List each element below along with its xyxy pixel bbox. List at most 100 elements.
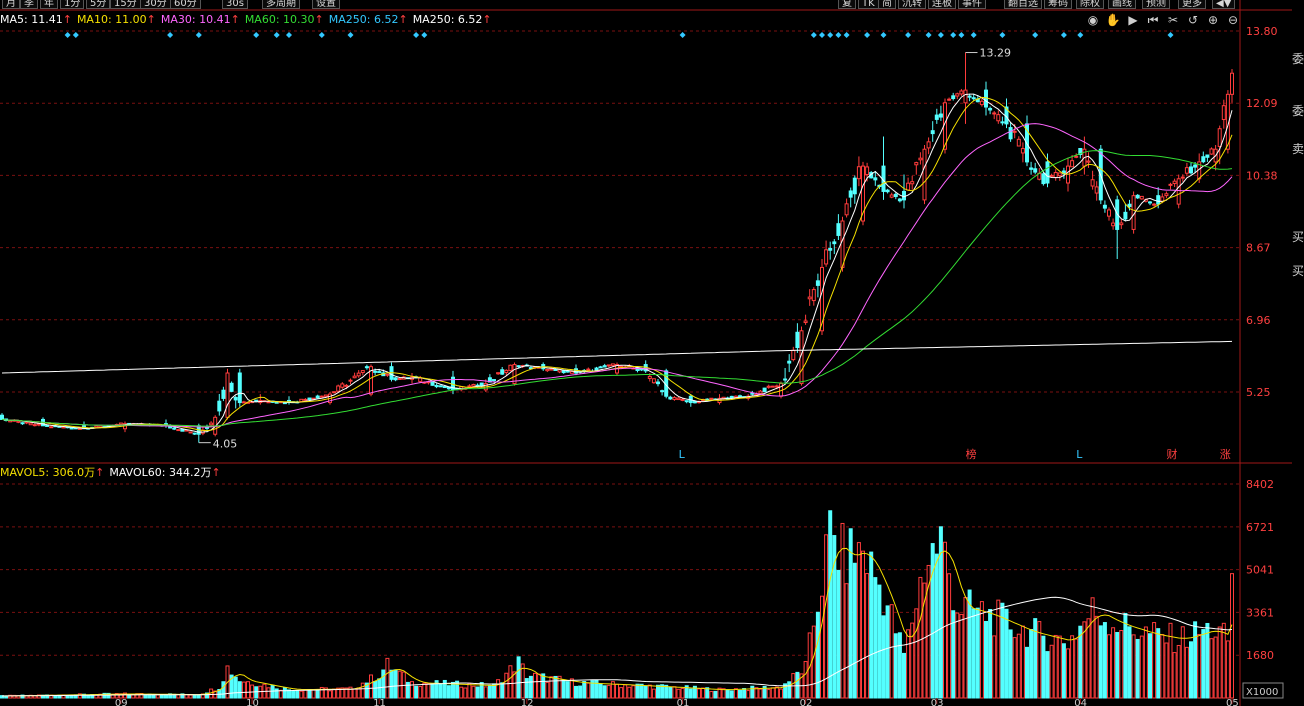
volume-bar xyxy=(705,687,710,699)
volume-bar xyxy=(1213,636,1218,699)
signal-diamond-icon xyxy=(1167,32,1174,38)
volume-bar xyxy=(569,678,574,699)
volume-bar xyxy=(282,687,287,699)
candle-body xyxy=(787,360,792,364)
volume-bar xyxy=(578,685,583,699)
candle-body xyxy=(323,394,328,397)
volume-bar xyxy=(766,689,771,699)
candle-body xyxy=(938,113,943,118)
candle-body xyxy=(438,385,443,388)
signal-diamond-icon xyxy=(72,32,79,38)
volume-bar xyxy=(1041,635,1046,699)
candle-body xyxy=(1000,121,1005,124)
x-tick-label: 04 xyxy=(1074,698,1087,706)
volume-bar xyxy=(328,690,332,699)
candle-body xyxy=(709,397,714,400)
volume-tick-label: 1680 xyxy=(1246,649,1274,662)
x-tick-label: 11 xyxy=(373,698,386,706)
volume-bar xyxy=(774,686,779,699)
volume-bar xyxy=(914,608,919,699)
price-tick-label: 5.25 xyxy=(1246,386,1271,399)
volume-bar xyxy=(4,695,9,699)
signal-diamond-icon xyxy=(318,32,325,38)
volume-bar xyxy=(553,675,558,699)
signal-diamond-icon xyxy=(64,32,71,38)
x-tick-label: 12 xyxy=(521,698,534,706)
candle-body xyxy=(1045,161,1050,184)
volume-bar xyxy=(377,678,382,699)
volume-bar xyxy=(1221,622,1226,699)
volume-bar xyxy=(582,681,587,699)
volume-bar xyxy=(697,688,701,699)
candle-body xyxy=(815,280,820,286)
candle-body xyxy=(947,98,952,101)
volume-bar xyxy=(270,684,275,699)
volume-bar xyxy=(1201,629,1206,699)
volume-bar xyxy=(984,620,988,699)
volume-bar xyxy=(410,681,414,699)
candle-body xyxy=(188,431,193,434)
volume-bar xyxy=(369,674,373,699)
volume-bar xyxy=(988,608,993,699)
candle-body xyxy=(360,370,365,374)
volume-bar xyxy=(537,673,542,699)
candle-body xyxy=(647,375,652,379)
candle-body xyxy=(225,372,230,418)
candle-body xyxy=(766,385,771,388)
volume-bar xyxy=(1176,644,1181,699)
volume-bar xyxy=(1139,635,1144,699)
volume-bar xyxy=(315,689,320,699)
volume-bar xyxy=(1045,651,1050,699)
volume-bar xyxy=(1209,638,1214,699)
volume-bar xyxy=(733,688,738,699)
volume-bar xyxy=(918,576,923,699)
candle-body xyxy=(516,365,521,368)
volume-bar xyxy=(274,688,279,699)
volume-bar xyxy=(606,684,611,699)
candle-body xyxy=(897,198,902,202)
candle-body xyxy=(672,397,677,400)
volume-bar xyxy=(533,672,537,699)
signal-diamond-icon xyxy=(421,32,428,38)
candle-body xyxy=(221,389,226,399)
volume-bar xyxy=(865,573,870,699)
candlestick-chart[interactable]: 13.80 12.09 10.38 8.67 6.96 5.25 8402 6721 5041 3… xyxy=(0,0,1292,706)
candle-body xyxy=(364,366,369,369)
candle-body xyxy=(979,100,984,106)
volume-bar xyxy=(1197,633,1202,699)
volume-bar xyxy=(1107,634,1111,699)
candle-body xyxy=(840,220,845,268)
candle-body xyxy=(16,420,21,423)
volume-bar xyxy=(1230,573,1234,699)
volume-bar xyxy=(516,656,521,699)
candle-body xyxy=(586,368,591,371)
candle-body xyxy=(1053,172,1058,179)
volume-bar xyxy=(963,597,968,699)
volume-bar xyxy=(1016,633,1021,699)
volume-bar xyxy=(1172,652,1177,699)
candle-body xyxy=(1184,167,1189,174)
candle-body xyxy=(774,385,779,388)
volume-bar xyxy=(1168,622,1173,699)
candle-body xyxy=(914,162,919,166)
candle-body xyxy=(1221,105,1226,121)
signal-diamond-icon xyxy=(950,32,957,38)
candle-body xyxy=(336,385,341,392)
volume-bar xyxy=(668,686,673,699)
volume-bar xyxy=(688,688,693,699)
candle-body xyxy=(1086,160,1091,163)
candle-body xyxy=(668,396,673,400)
candle-body xyxy=(750,392,755,395)
ma60-line xyxy=(1,150,1233,427)
volume-bar xyxy=(1078,625,1083,699)
volume-bar xyxy=(508,665,513,699)
candle-body xyxy=(1119,222,1124,226)
volume-bar xyxy=(504,672,509,699)
candle-body xyxy=(209,422,214,426)
candle-body xyxy=(783,378,788,381)
volume-bar xyxy=(389,669,394,699)
candle-body xyxy=(180,428,185,432)
volume-tick-label: 8402 xyxy=(1246,478,1274,491)
candle-body xyxy=(680,398,685,401)
volume-bar xyxy=(836,569,841,699)
